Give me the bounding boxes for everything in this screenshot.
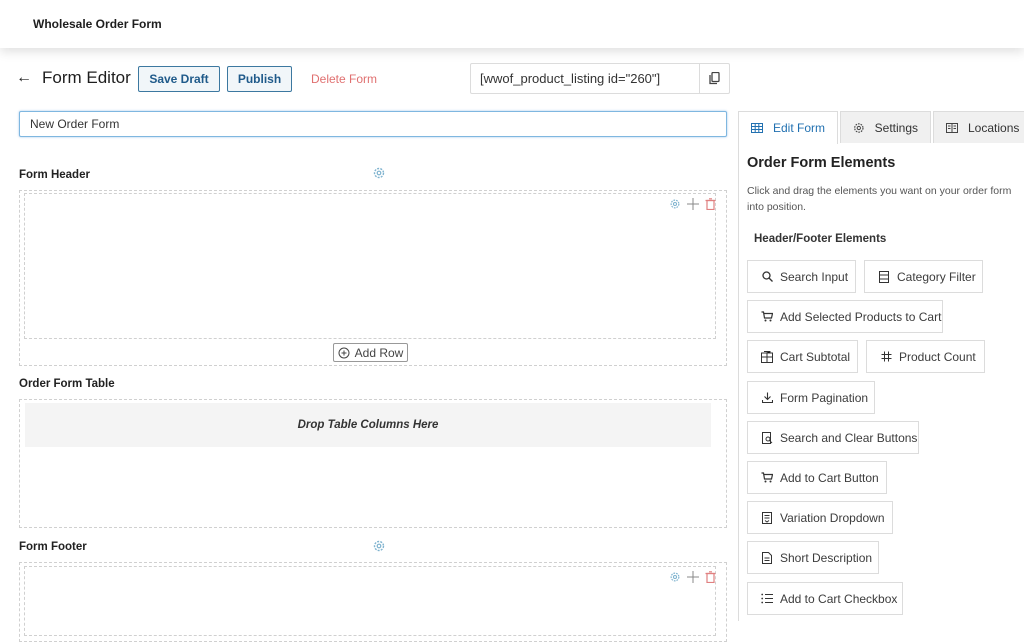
sidebar-tabs: Edit Form Settings Locations xyxy=(738,111,1024,144)
element-label: Category Filter xyxy=(897,269,976,284)
add-row-button[interactable]: Add Row xyxy=(333,343,408,362)
delete-form-link[interactable]: Delete Form xyxy=(311,72,377,86)
tab-settings[interactable]: Settings xyxy=(840,111,931,143)
header-row-tools xyxy=(668,197,717,210)
gear-icon xyxy=(854,122,864,133)
element-label: Variation Dropdown xyxy=(780,510,885,525)
sidebar-title: Order Form Elements xyxy=(747,155,896,171)
row-move-icon[interactable] xyxy=(686,197,699,210)
table-columns-drop-zone[interactable]: Drop Table Columns Here xyxy=(25,403,711,447)
element-product-count[interactable]: Product Count xyxy=(866,340,985,373)
element-category-filter[interactable]: Category Filter xyxy=(864,260,983,293)
hash-icon xyxy=(880,351,892,363)
page-title: Form Editor xyxy=(42,68,131,87)
copy-icon xyxy=(709,72,720,85)
element-label: Add to Cart Checkbox xyxy=(780,591,898,606)
header-settings-gear-icon[interactable] xyxy=(372,166,386,180)
sidebar-description: Click and drag the elements you want on … xyxy=(747,185,1012,213)
tab-edit-form[interactable]: Edit Form xyxy=(738,111,838,144)
footer-row-tools xyxy=(668,570,717,583)
form-footer-label: Form Footer xyxy=(19,541,87,553)
cart-icon xyxy=(761,472,773,484)
row-settings-gear-icon[interactable] xyxy=(668,197,681,210)
form-header-row[interactable] xyxy=(24,193,716,339)
element-search-input[interactable]: Search Input xyxy=(747,260,856,293)
element-label: Form Pagination xyxy=(780,390,869,405)
search-doc-icon xyxy=(761,431,773,444)
checklist-icon xyxy=(761,593,773,605)
calculator-icon xyxy=(761,350,773,363)
app-title: Wholesale Order Form xyxy=(33,17,162,31)
tab-locations[interactable]: Locations xyxy=(933,111,1024,143)
element-label: Add Selected Products to Cart xyxy=(780,309,942,324)
tab-label: Locations xyxy=(968,120,1020,135)
element-label: Product Count xyxy=(899,349,976,364)
element-add-to-cart-checkbox[interactable]: Add to Cart Checkbox xyxy=(747,582,903,615)
dropdown-doc-icon xyxy=(761,511,773,524)
row-delete-trash-icon[interactable] xyxy=(704,570,717,583)
element-cart-subtotal[interactable]: Cart Subtotal xyxy=(747,340,858,373)
top-bar: Wholesale Order Form xyxy=(0,0,1024,48)
shortcode-text[interactable]: [wwof_product_listing id="260"] xyxy=(471,64,699,93)
save-draft-button[interactable]: Save Draft xyxy=(138,66,220,92)
download-icon xyxy=(761,392,773,404)
cart-icon xyxy=(761,311,773,323)
copy-shortcode-button[interactable] xyxy=(699,64,729,93)
order-form-table-label: Order Form Table xyxy=(19,378,115,390)
search-icon xyxy=(761,271,773,283)
list-box-icon xyxy=(878,270,890,283)
back-arrow-icon[interactable]: ← xyxy=(16,69,32,87)
book-icon xyxy=(946,122,958,133)
element-add-to-cart-button[interactable]: Add to Cart Button xyxy=(747,461,887,494)
row-settings-gear-icon[interactable] xyxy=(668,570,681,583)
shortcode-field[interactable]: [wwof_product_listing id="260"] xyxy=(470,63,730,94)
form-footer-row[interactable] xyxy=(24,566,716,636)
element-search-clear-buttons[interactable]: Search and Clear Buttons xyxy=(747,421,919,454)
element-variation-dropdown[interactable]: Variation Dropdown xyxy=(747,501,893,534)
element-form-pagination[interactable]: Form Pagination xyxy=(747,381,875,414)
element-label: Short Description xyxy=(780,550,873,565)
form-name-input[interactable] xyxy=(19,111,727,137)
row-move-icon[interactable] xyxy=(686,570,699,583)
publish-button[interactable]: Publish xyxy=(227,66,292,92)
element-add-selected-products[interactable]: Add Selected Products to Cart xyxy=(747,300,943,333)
element-label: Search Input xyxy=(780,269,849,284)
element-short-description[interactable]: Short Description xyxy=(747,541,879,574)
table-icon xyxy=(751,123,763,133)
element-label: Cart Subtotal xyxy=(780,349,851,364)
form-header-label: Form Header xyxy=(19,169,90,181)
plus-circle-icon xyxy=(338,347,350,358)
tab-label: Settings xyxy=(874,120,918,135)
tab-label: Edit Form xyxy=(773,121,826,135)
element-label: Add to Cart Button xyxy=(780,470,879,485)
element-label: Search and Clear Buttons xyxy=(780,430,918,445)
document-icon xyxy=(761,551,773,564)
footer-settings-gear-icon[interactable] xyxy=(372,539,386,553)
drop-zone-label: Drop Table Columns Here xyxy=(297,419,439,431)
header-footer-elements-heading: Header/Footer Elements xyxy=(754,233,887,245)
row-delete-trash-icon[interactable] xyxy=(704,197,717,210)
add-row-label: Add Row xyxy=(354,345,404,360)
